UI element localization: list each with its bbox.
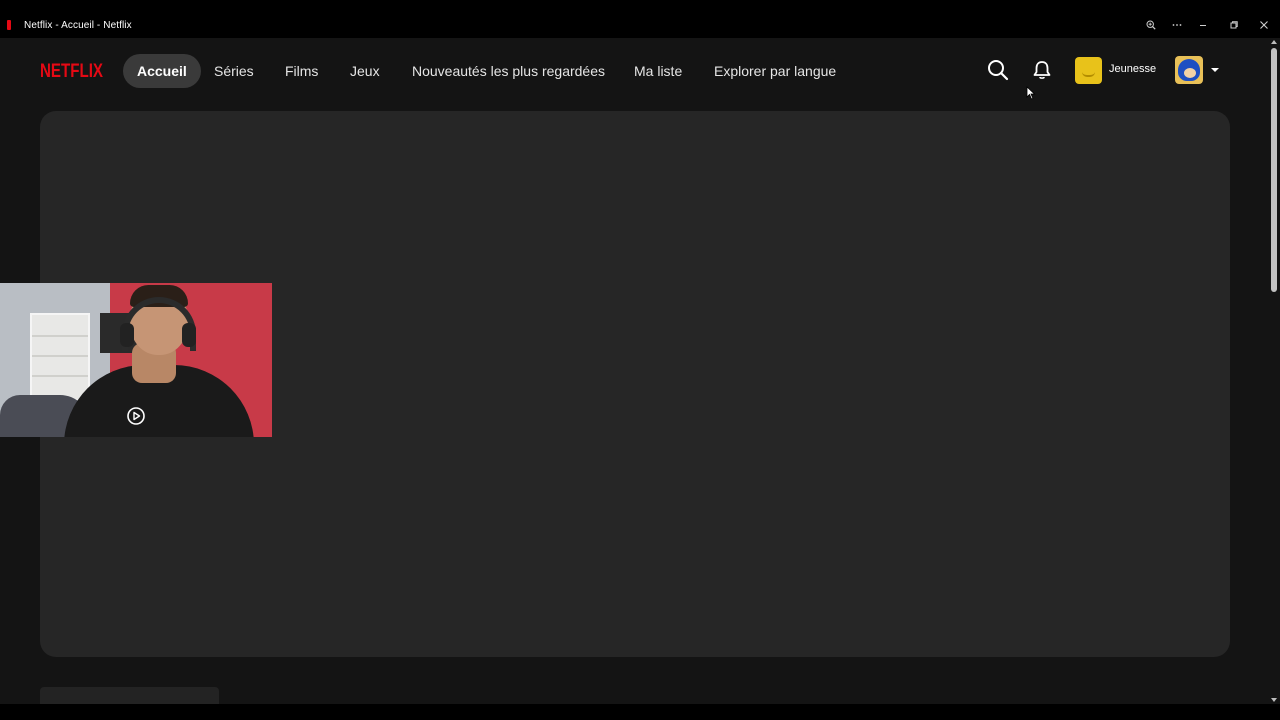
headset-earcup xyxy=(120,323,134,347)
scroll-up-arrow-icon[interactable] xyxy=(1271,40,1277,44)
webcam-shelf xyxy=(30,313,90,401)
shelf-divider xyxy=(32,375,88,377)
nav-ma-liste[interactable]: Ma liste xyxy=(634,54,682,88)
logo-text: NETFLIX xyxy=(40,61,103,80)
restore-icon[interactable] xyxy=(1225,16,1243,34)
window-titlebar: Netflix - Accueil - Netflix xyxy=(0,0,1280,38)
minimize-icon[interactable] xyxy=(1194,16,1212,34)
kids-label[interactable]: Jeunesse xyxy=(1109,63,1156,75)
bell-icon[interactable] xyxy=(1031,59,1053,81)
nav-accueil[interactable]: Accueil xyxy=(123,54,201,88)
profile-avatar[interactable] xyxy=(1175,56,1203,84)
mouse-cursor-icon xyxy=(1026,86,1036,105)
scrollbar-thumb[interactable] xyxy=(1271,48,1277,292)
more-icon[interactable] xyxy=(1168,16,1186,34)
nav-explorer-langue[interactable]: Explorer par langue xyxy=(714,54,836,88)
scroll-down-arrow-icon[interactable] xyxy=(1271,698,1277,702)
nav-films[interactable]: Films xyxy=(285,54,318,88)
vertical-scrollbar[interactable] xyxy=(1268,38,1280,704)
shelf-divider xyxy=(32,335,88,337)
webcam-overlay xyxy=(0,283,272,437)
netflix-logo[interactable]: NETFLIX xyxy=(40,60,104,85)
window-title: Netflix - Accueil - Netflix xyxy=(24,20,132,31)
row-title-placeholder xyxy=(40,687,219,704)
avatar-face xyxy=(1184,68,1196,78)
nav-series[interactable]: Séries xyxy=(214,54,254,88)
close-icon[interactable] xyxy=(1255,16,1273,34)
shelf-divider xyxy=(32,355,88,357)
replay-icon xyxy=(125,405,147,427)
nav-nouveautes[interactable]: Nouveautés les plus regardées xyxy=(412,54,605,88)
kids-profile-avatar[interactable] xyxy=(1075,57,1102,84)
profile-menu-caret-icon[interactable] xyxy=(1211,68,1219,72)
headset-earcup xyxy=(182,323,196,347)
search-icon[interactable] xyxy=(987,59,1009,81)
bottom-frame xyxy=(0,704,1280,720)
netflix-app-icon xyxy=(7,20,11,30)
nav-jeux[interactable]: Jeux xyxy=(350,54,380,88)
zoom-icon[interactable] xyxy=(1142,16,1160,34)
